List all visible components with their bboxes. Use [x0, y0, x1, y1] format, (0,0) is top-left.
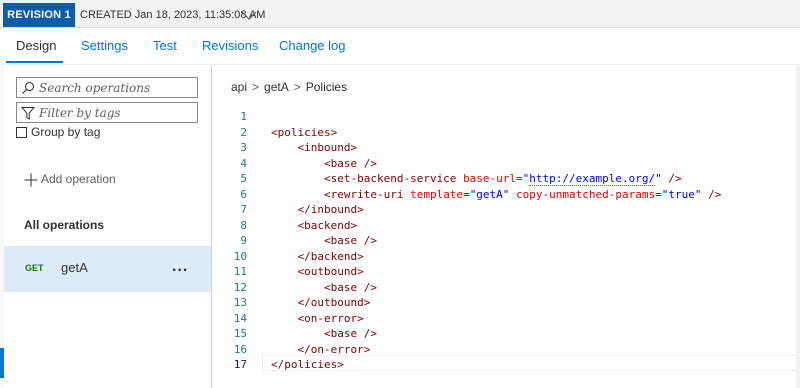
code-line[interactable]: <rewrite-uri template="getA" copy-unmatc…: [271, 187, 721, 203]
operations-pane: Search operations Filter by tags Group b…: [4, 66, 212, 388]
breadcrumb-item-policies: Policies: [305, 80, 348, 94]
code-line[interactable]: </on-error>: [271, 342, 370, 358]
breadcrumb-separator: >: [252, 80, 260, 94]
code-line[interactable]: <base />: [271, 156, 377, 172]
line-number: 5: [240, 172, 247, 185]
breadcrumb-item-api[interactable]: api: [231, 80, 247, 94]
code-line[interactable]: </inbound>: [271, 202, 363, 218]
line-number: 14: [233, 311, 247, 325]
active-tab-indicator: [6, 61, 63, 63]
line-number: 17: [233, 358, 247, 371]
tab-change-log[interactable]: Change log: [279, 29, 346, 63]
all-operations-heading[interactable]: All operations: [24, 218, 104, 232]
operation-row[interactable]: GET getA ...: [4, 246, 211, 292]
code-line[interactable]: <backend>: [271, 218, 357, 234]
checkbox[interactable]: [16, 127, 27, 138]
tab-design[interactable]: Design: [16, 29, 56, 63]
chevron-down-icon[interactable]: [241, 9, 257, 21]
breadcrumb-separator: >: [293, 80, 301, 94]
revision-created-label: CREATED Jan 18, 2023, 11:35:08 AM: [80, 9, 266, 21]
code-line[interactable]: <base />: [271, 233, 377, 249]
policy-code-editor[interactable]: 1 2 <policies> 3 <inbound> 4 <base /> 5 <set-…: [216, 107, 800, 388]
line-number: 9: [240, 234, 247, 247]
code-line[interactable]: <base />: [271, 280, 377, 296]
line-number: 11: [233, 265, 247, 278]
http-method-badge: GET: [25, 263, 44, 273]
line-number: 10: [233, 249, 247, 263]
revision-badge[interactable]: REVISION 1: [3, 3, 75, 27]
breadcrumb-item-operation[interactable]: getA: [264, 80, 289, 94]
more-options-icon[interactable]: ...: [172, 258, 188, 276]
code-line[interactable]: </backend>: [271, 249, 363, 265]
code-line[interactable]: <outbound>: [271, 264, 363, 280]
revision-bar: REVISION 1 CREATED Jan 18, 2023, 11:35:0…: [0, 0, 800, 28]
code-line[interactable]: <base />: [271, 326, 377, 342]
code-line[interactable]: <on-error>: [271, 311, 363, 327]
group-by-tag-label: Group by tag: [31, 125, 101, 139]
line-number: 4: [240, 156, 247, 170]
code-line[interactable]: <policies>: [271, 125, 337, 141]
plus-icon: [24, 173, 38, 187]
line-number: 7: [240, 203, 247, 216]
filter-by-tags-input[interactable]: Filter by tags: [16, 102, 198, 123]
code-line[interactable]: </outbound>: [271, 295, 370, 311]
breadcrumb: api > getA > Policies: [231, 80, 347, 94]
line-number: 15: [233, 327, 247, 340]
operation-name: getA: [61, 260, 88, 275]
line-number: 13: [233, 296, 247, 309]
filter-placeholder: Filter by tags: [39, 106, 121, 120]
code-line[interactable]: <inbound>: [271, 140, 357, 156]
line-number: 16: [233, 342, 247, 356]
code-line[interactable]: </policies>: [271, 357, 344, 373]
search-input[interactable]: Search operations: [16, 77, 198, 98]
line-number: 8: [240, 218, 247, 232]
code-line[interactable]: <set-backend-service base-url="http://ex…: [271, 171, 682, 187]
line-number: 3: [240, 141, 247, 154]
add-operation-label: Add operation: [41, 172, 116, 186]
scrollbar[interactable]: [796, 66, 800, 388]
line-number: 6: [240, 187, 247, 201]
line-number: 12: [233, 280, 247, 294]
filter-icon: [21, 107, 35, 120]
line-number: 2: [240, 125, 247, 139]
tab-revisions[interactable]: Revisions: [202, 29, 258, 63]
tab-settings[interactable]: Settings: [81, 29, 128, 63]
search-placeholder: Search operations: [39, 81, 151, 95]
search-icon: [22, 81, 35, 94]
line-number: 1: [240, 110, 247, 123]
tab-test[interactable]: Test: [153, 29, 177, 63]
tab-bar: Design Settings Test Revisions Change lo…: [0, 29, 800, 65]
